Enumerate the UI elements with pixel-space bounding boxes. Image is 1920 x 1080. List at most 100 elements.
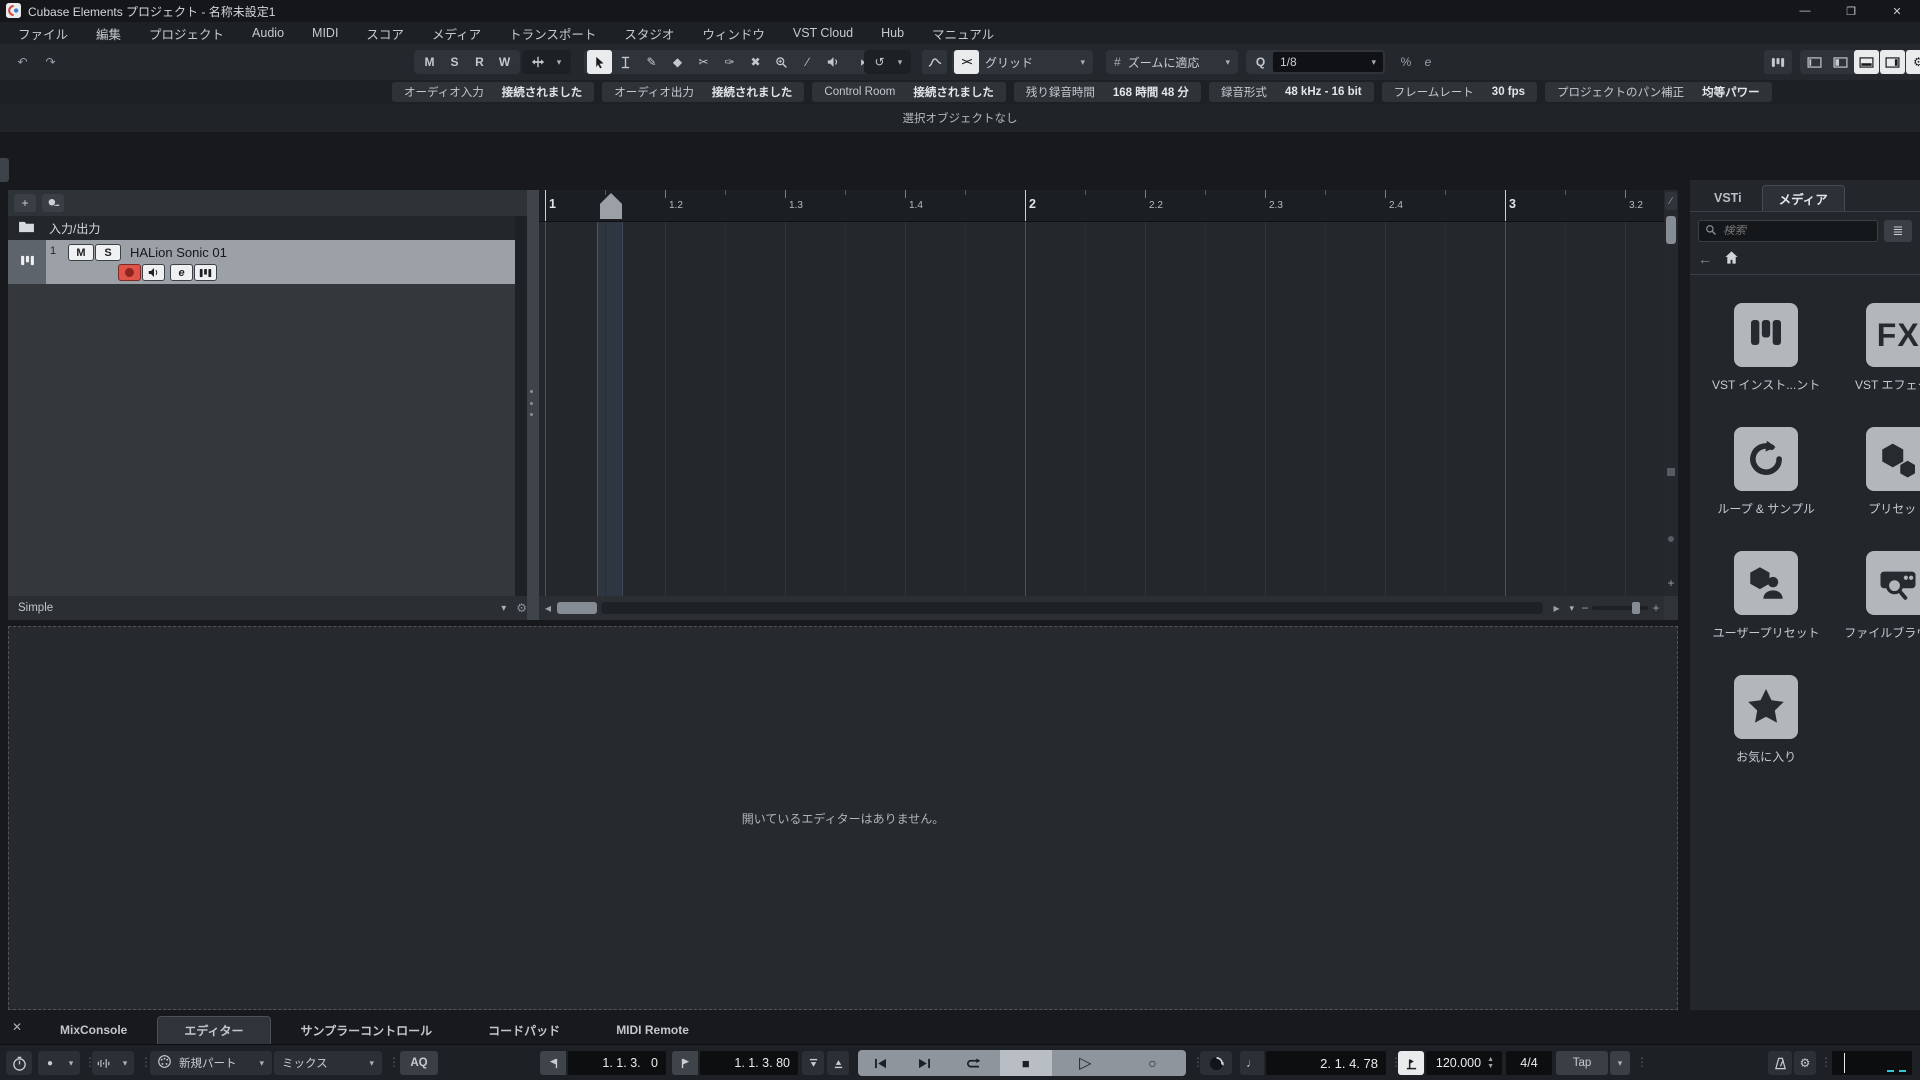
menu-item[interactable]: VST Cloud (779, 22, 867, 44)
right-zone-tab[interactable]: メディア (1761, 185, 1845, 211)
object-selection-tool[interactable] (587, 50, 612, 74)
time-format-button[interactable]: ♩ (1240, 1051, 1264, 1075)
lower-zone-tab[interactable]: エディター (157, 1016, 271, 1044)
racks-toggle-button[interactable] (1764, 50, 1792, 74)
primary-time-display[interactable]: 2. 1. 4. 78 (1266, 1051, 1386, 1075)
h-scroll-thumb[interactable] (557, 602, 597, 614)
autoscroll-button[interactable]: ↺ (867, 50, 892, 74)
media-tile[interactable]: ユーザープリセット (1713, 551, 1820, 641)
zoom-preset-dropdown[interactable]: ▾ (1569, 603, 1574, 614)
status-chip[interactable]: 録音形式 48 kHz - 16 bit (1208, 82, 1374, 102)
track-list-empty-area[interactable] (8, 284, 527, 596)
zoom-slider-thumb[interactable] (1632, 602, 1640, 614)
close-button[interactable]: ✕ (1874, 0, 1920, 22)
edit-instrument-button[interactable]: e (170, 264, 193, 281)
v-scroll-thumb[interactable] (1666, 216, 1676, 244)
menu-item[interactable]: ウィンドウ (688, 22, 779, 44)
ruler-options-button[interactable]: ∕ (1665, 192, 1677, 210)
track-mute-button[interactable]: M (68, 244, 94, 261)
left-locator-value[interactable]: 1. 1. 3. 0 (568, 1051, 666, 1075)
v-zoom-handle[interactable] (1667, 468, 1675, 476)
io-folder-track[interactable]: 入力/出力 (8, 216, 527, 240)
play-button[interactable]: ▷ (1052, 1050, 1119, 1076)
right-locator-value[interactable]: 1. 1. 3. 80 (700, 1051, 798, 1075)
cycle-button[interactable] (946, 1050, 1000, 1076)
mute-tool[interactable]: ✖ (743, 50, 768, 74)
event-display[interactable]: 1 1.2 1.3 1.4 2 2.2 2.3 2.4 3 3.2 (539, 190, 1664, 620)
undo-button[interactable]: ↶ (10, 50, 35, 74)
media-tile[interactable]: ファイルブラウザー (1844, 551, 1920, 641)
menu-item[interactable]: マニュアル (918, 22, 1008, 44)
status-chip[interactable]: オーディオ入力 接続されました (392, 82, 595, 102)
click-settings-gear-button[interactable]: ⚙ (1794, 1051, 1816, 1075)
autoscroll-dropdown[interactable]: ▾ (892, 50, 908, 74)
menu-item[interactable]: スタジオ (610, 22, 688, 44)
tap-tempo-button[interactable]: Tap (1556, 1051, 1608, 1075)
menu-item[interactable]: MIDI (298, 22, 352, 44)
zoom-out-button[interactable]: − (1578, 596, 1592, 620)
glue-tool[interactable]: ✑ (717, 50, 742, 74)
playhead-marker[interactable] (600, 193, 622, 219)
menu-item[interactable]: スコア (352, 22, 418, 44)
close-lower-zone-button[interactable]: ✕ (0, 1020, 34, 1034)
restore-button[interactable]: ❐ (1828, 0, 1874, 22)
punch-out-button[interactable] (827, 1051, 849, 1075)
automation-button[interactable]: M (417, 50, 442, 74)
draw-tool[interactable]: ✎ (639, 50, 664, 74)
status-chip[interactable]: Control Room 接続されました (812, 82, 1006, 102)
redo-button[interactable]: ↷ (38, 50, 63, 74)
list-view-button[interactable]: ≣ (1884, 220, 1912, 242)
erase-tool[interactable]: ◆ (665, 50, 690, 74)
shuttle-button[interactable] (1200, 1051, 1232, 1075)
left-zone-alt-toggle[interactable] (1828, 50, 1853, 74)
right-zone-tab[interactable]: VSTi (1698, 185, 1758, 211)
v-zoom-dot[interactable] (1668, 536, 1674, 542)
search-input[interactable] (1723, 225, 1853, 237)
punch-in-button[interactable] (802, 1051, 824, 1075)
track-settings-gear-button[interactable]: ⚙ (516, 601, 527, 615)
snap-toggle-button[interactable]: >< (954, 50, 979, 74)
lower-zone-tab[interactable]: MixConsole (34, 1016, 153, 1044)
mix-mode-dropdown[interactable]: ミックス ▾ (274, 1051, 382, 1075)
grid-area[interactable] (539, 222, 1664, 596)
media-tile[interactable]: ループ & サンプル (1717, 427, 1815, 517)
automation-follows-events-button[interactable] (922, 50, 947, 74)
setup-window-layout-button[interactable]: ⚙ (1906, 50, 1920, 74)
play-tool[interactable] (821, 50, 846, 74)
split-tool[interactable]: ✂ (691, 50, 716, 74)
go-right-locator-button[interactable] (672, 1051, 698, 1075)
stop-button[interactable]: ■ (999, 1050, 1052, 1076)
automation-button[interactable]: W (492, 50, 517, 74)
menu-item[interactable]: Hub (867, 22, 918, 44)
automation-button[interactable]: R (467, 50, 492, 74)
go-left-locator-button[interactable] (540, 1051, 566, 1075)
home-button[interactable] (1724, 250, 1739, 268)
record-button[interactable]: ○ (1119, 1050, 1186, 1076)
media-tile[interactable]: VST インスト...ント (1712, 303, 1820, 393)
menu-item[interactable]: Audio (238, 22, 298, 44)
tempo-spinner[interactable]: ▲ ▼ (1487, 1056, 1494, 1070)
status-chip[interactable]: フレームレート 30 fps (1381, 82, 1538, 102)
add-track-button[interactable]: + (14, 194, 36, 212)
lower-zone-tab[interactable]: サンプラーコントロール (275, 1016, 459, 1044)
menu-item[interactable]: トランスポート (495, 22, 610, 44)
status-chip[interactable]: 残り録音時間 168 時間 48 分 (1013, 82, 1201, 102)
window-divider-handle[interactable] (0, 158, 9, 182)
preset-dropdown-button[interactable]: ▾ (501, 603, 506, 614)
media-tile[interactable]: プリセット (1866, 427, 1920, 517)
metronome-click-button[interactable] (1768, 1051, 1792, 1075)
lower-zone-tab[interactable]: コードパッド (462, 1016, 586, 1044)
open-instrument-button[interactable] (194, 264, 217, 281)
combined-selection-tool-button[interactable] (525, 50, 550, 74)
goto-next-marker-button[interactable] (902, 1050, 946, 1076)
performance-meter[interactable] (1832, 1051, 1912, 1075)
right-zone-toggle[interactable] (1880, 50, 1905, 74)
lower-zone-tab[interactable]: MIDI Remote (590, 1016, 715, 1044)
insert-mode-dropdown[interactable]: 新規パート ▾ (150, 1051, 272, 1075)
track-list-scrollbar[interactable] (515, 216, 527, 596)
iterative-quantize-button[interactable]: % (1396, 50, 1416, 74)
status-chip[interactable]: オーディオ出力 接続されました (602, 82, 805, 102)
audio-align-dropdown[interactable]: ▾ (116, 1051, 134, 1075)
left-zone-toggle[interactable] (1802, 50, 1827, 74)
zoom-slider[interactable] (1592, 602, 1648, 614)
